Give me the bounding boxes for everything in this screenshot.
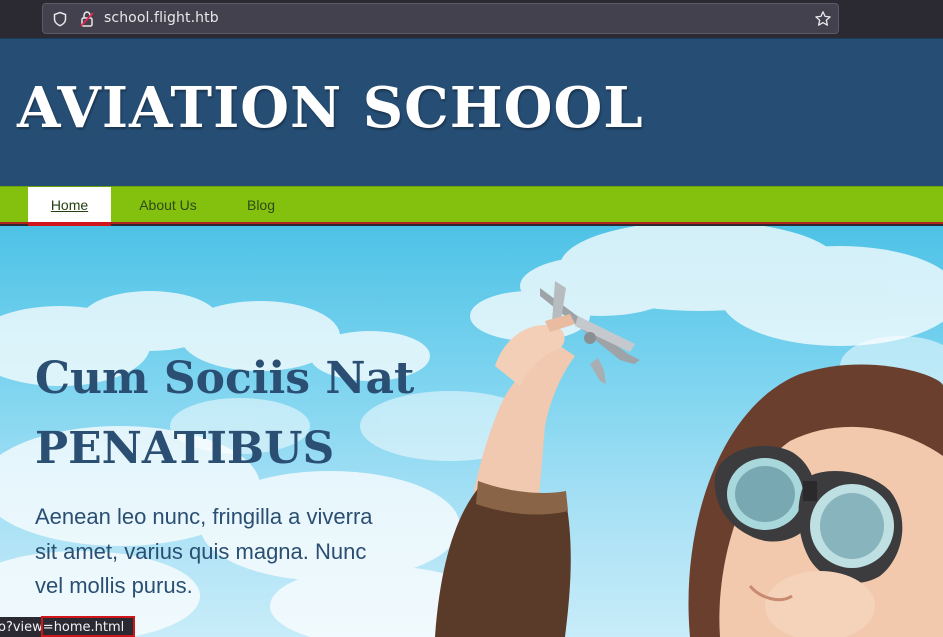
browser-toolbar: school.flight.htb [0,0,943,38]
nav-item-about-us[interactable]: About Us [128,187,208,223]
status-link-prefix: o?view [0,619,43,635]
link-status-tooltip: o?view =home.html [0,617,135,637]
site-title[interactable]: AVIATION SCHOOL [17,75,644,141]
url-text[interactable]: school.flight.htb [104,10,219,26]
nav-item-home[interactable]: Home [28,187,111,227]
hero-heading-line2: PENATIBUS [35,423,335,474]
main-nav: Home About Us Blog [0,186,943,227]
hero-heading: Cum Sociis Nat PENATIBUS [35,344,455,484]
status-link-highlight: =home.html [42,619,125,635]
nav-item-blog[interactable]: Blog [240,187,282,223]
site-header: AVIATION SCHOOL [0,38,943,186]
lock-icon[interactable] [79,10,95,28]
address-bar[interactable]: school.flight.htb [42,3,839,34]
hero-banner: Cum Sociis Nat PENATIBUS Aenean leo nunc… [0,226,943,637]
shield-icon[interactable] [52,11,68,27]
hero-heading-line1: Cum Sociis Nat [35,353,415,404]
star-icon[interactable] [814,10,832,28]
hero-description: Aenean leo nunc, fringilla a viverra sit… [35,504,373,598]
